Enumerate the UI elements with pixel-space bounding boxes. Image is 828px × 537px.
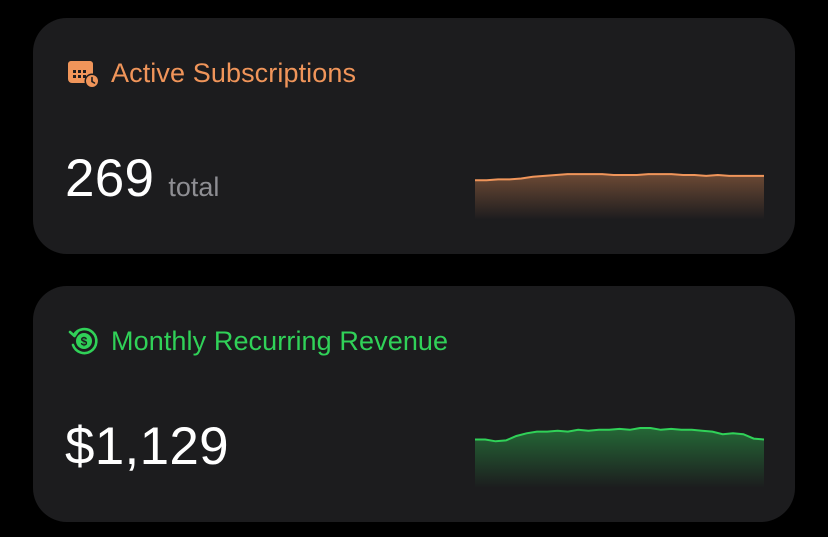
sparkline-area	[475, 174, 764, 220]
svg-text:$: $	[81, 335, 88, 349]
metric: 269 total	[65, 148, 219, 209]
count-unit-label: total	[168, 172, 220, 202]
revenue-amount: $1,129	[65, 417, 229, 476]
active-subscriptions-card[interactable]: Active Subscriptions 269 total	[33, 18, 795, 254]
card-title: Active Subscriptions	[111, 57, 357, 88]
revenue-trend-sparkline	[475, 427, 764, 488]
dollar-refresh-icon: $	[67, 324, 101, 358]
card-header: Active Subscriptions	[67, 56, 356, 90]
metric: $1,129	[65, 416, 229, 477]
sparkline-area	[475, 428, 764, 488]
subscriptions-count: 269	[65, 149, 155, 208]
monthly-recurring-revenue-card[interactable]: $ Monthly Recurring Revenue $1,129	[33, 286, 795, 522]
card-header: $ Monthly Recurring Revenue	[67, 324, 448, 358]
calendar-clock-icon	[67, 56, 101, 90]
card-title: Monthly Recurring Revenue	[111, 325, 449, 356]
subscriptions-trend-sparkline	[475, 173, 764, 220]
